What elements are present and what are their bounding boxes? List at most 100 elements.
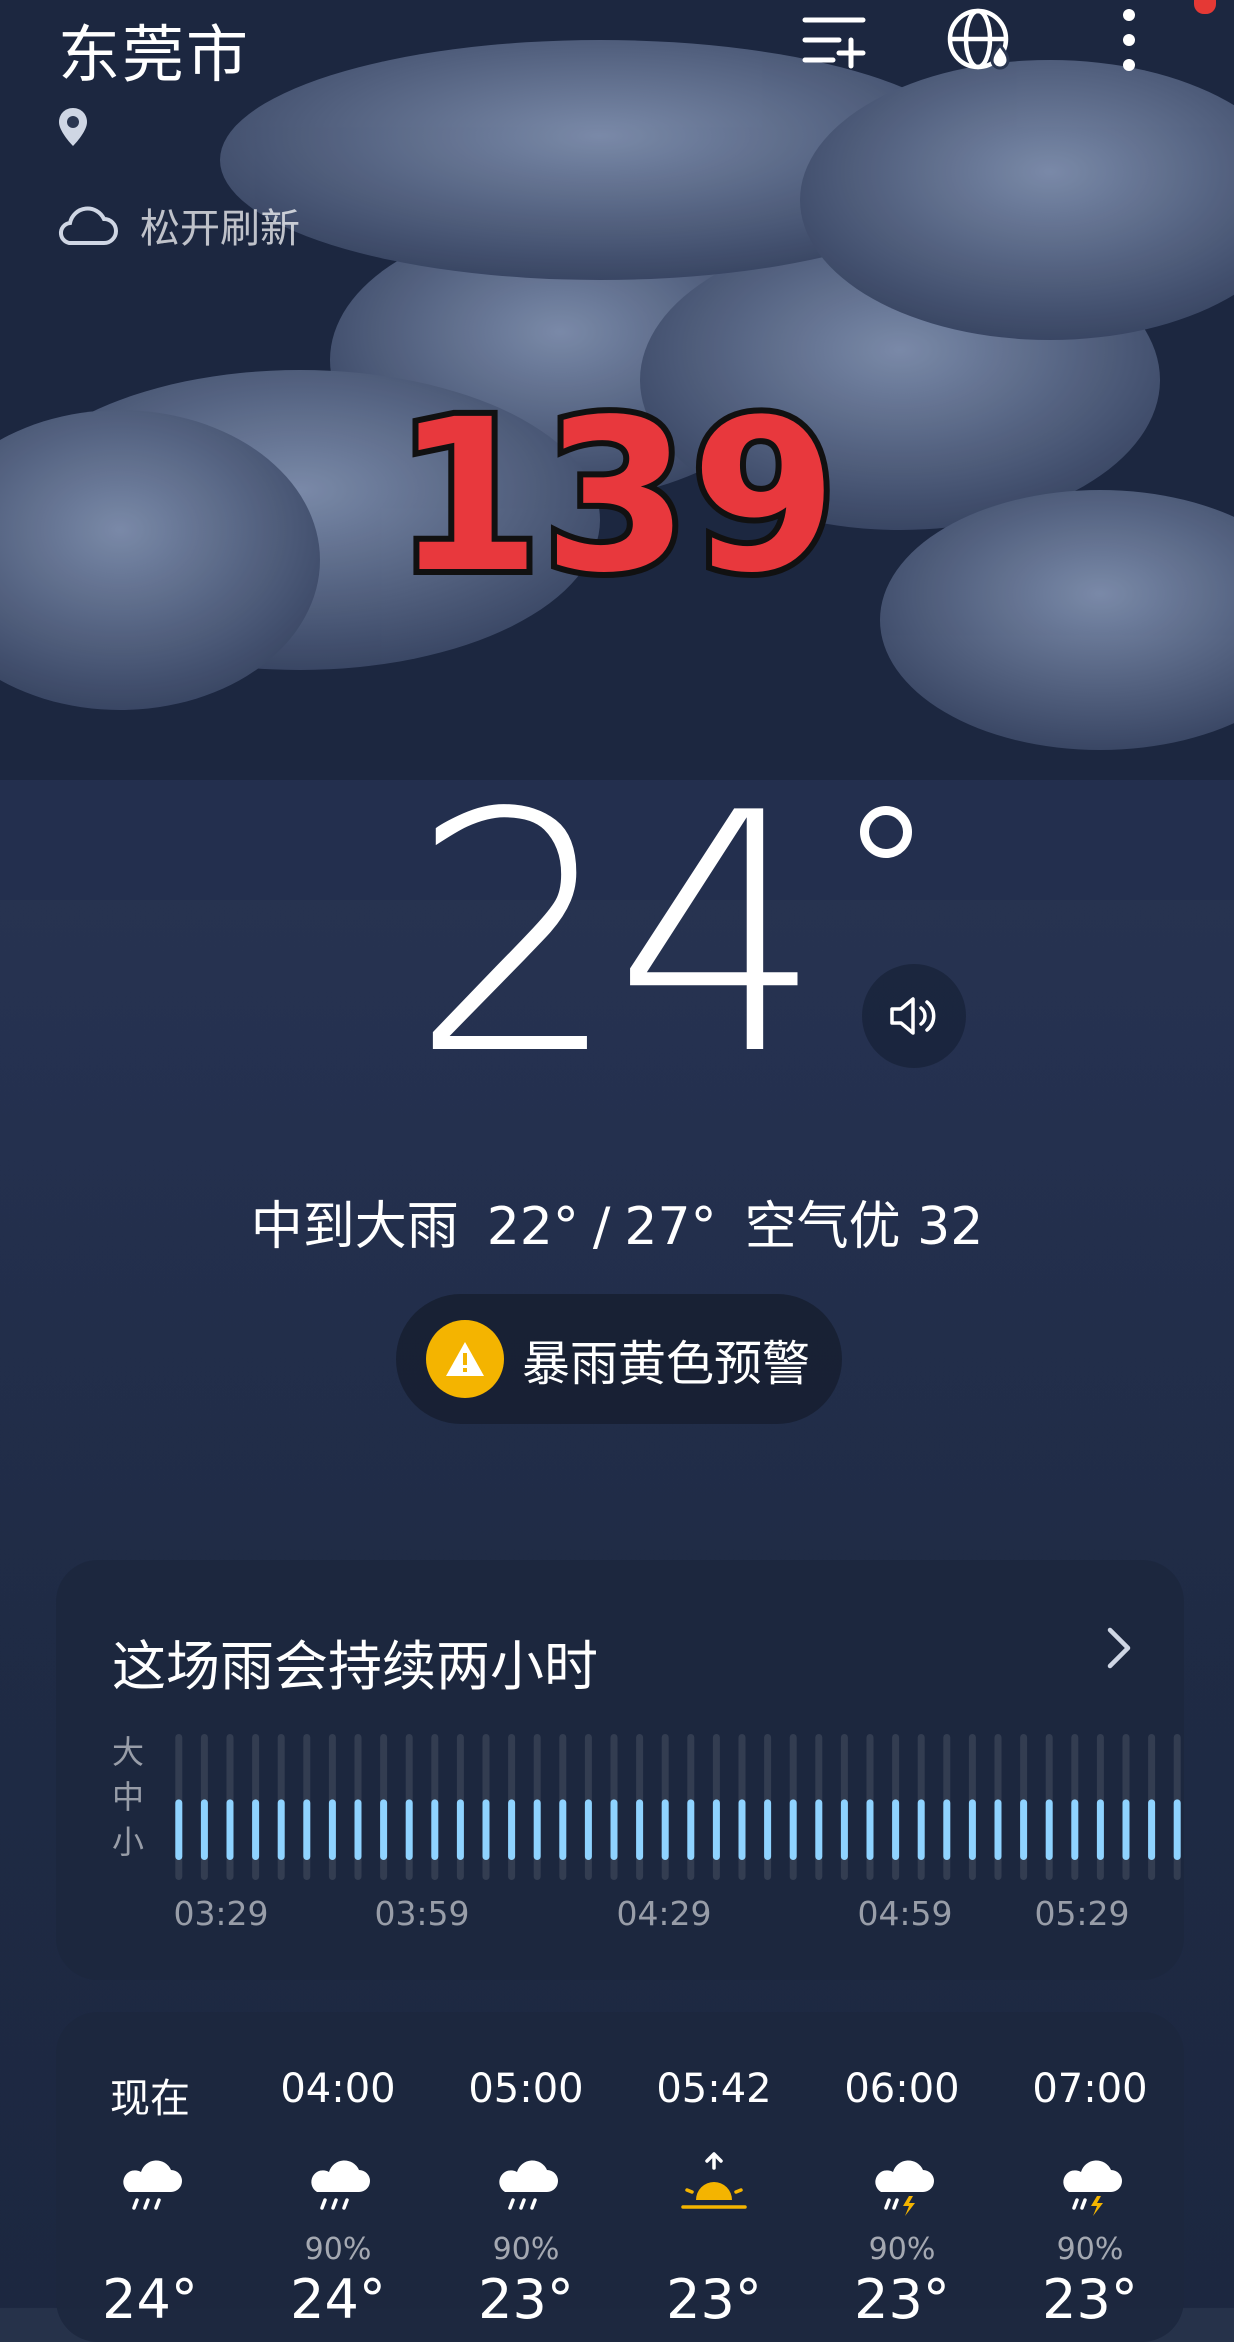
hour-temp: 24°: [290, 2268, 386, 2331]
rain-bar: [431, 1799, 439, 1860]
global-weather-button[interactable]: [936, 0, 1026, 80]
hour-time: 现在: [110, 2076, 190, 2122]
rain-bar: [380, 1799, 388, 1860]
rain-bar: [892, 1799, 900, 1860]
thunderstorm-icon: [1063, 2160, 1122, 2216]
rain-bar: [405, 1799, 413, 1860]
rain-bar: [994, 1799, 1002, 1860]
more-options-button[interactable]: [1084, 0, 1174, 80]
rain-bar: [687, 1799, 695, 1860]
hour-time: 06:00: [844, 2066, 960, 2112]
rain-bar: [636, 1799, 644, 1860]
alert-label: 暴雨黄色预警: [522, 1336, 811, 1392]
time-label: 03:59: [374, 1894, 470, 1933]
rain-icon: [499, 2160, 558, 2210]
rain-bar: [277, 1799, 285, 1860]
pull-refresh-status: 松开刷新: [56, 196, 300, 254]
rain-bar: [1173, 1799, 1181, 1860]
hour-temp: 23°: [478, 2268, 574, 2331]
low-temp: 22°: [486, 1197, 579, 1257]
rain-bar: [1045, 1799, 1053, 1860]
time-label: 03:29: [173, 1894, 269, 1933]
rain-forecast-card[interactable]: 这场雨会持续两小时 大 中 小 03:29 03:59 04:29 04:59 …: [56, 1560, 1184, 1980]
rain-icon: [311, 2160, 370, 2210]
refresh-hint: 松开刷新: [140, 206, 300, 252]
rain-bar: [354, 1799, 362, 1860]
rain-intensity-chart: [175, 1734, 1181, 1880]
rain-bar: [1096, 1799, 1104, 1860]
rain-bar: [1020, 1799, 1028, 1860]
rain-bar: [252, 1799, 260, 1860]
rain-bar: [200, 1799, 208, 1860]
rain-bar: [508, 1799, 516, 1860]
rain-bar: [226, 1799, 234, 1860]
weather-summary: 中到大雨 22°/27° 空气优 32: [250, 1197, 984, 1257]
chevron-right-icon[interactable]: [1106, 1626, 1132, 1670]
time-label: 05:29: [1034, 1894, 1130, 1933]
rain-bar: [303, 1799, 311, 1860]
hour-temp: 23°: [1042, 2268, 1138, 2331]
cloud-outline-icon: [59, 206, 118, 246]
intensity-scale: 大 中 小: [112, 1730, 144, 1865]
rain-bar: [764, 1799, 772, 1860]
time-label: 04:59: [857, 1894, 953, 1933]
rain-bar: [789, 1799, 797, 1860]
precip-chance: 90%: [492, 2232, 560, 2267]
manage-cities-button[interactable]: [790, 0, 880, 80]
hour-time: 07:00: [1032, 2066, 1148, 2112]
sunrise-icon: [681, 2152, 747, 2209]
precip-chance: 90%: [1056, 2232, 1124, 2267]
degree-symbol: [860, 806, 912, 858]
precip-chance: 90%: [868, 2232, 936, 2267]
rain-bar: [815, 1799, 823, 1860]
precip-chance: 90%: [304, 2232, 372, 2267]
rain-forecast-title: 这场雨会持续两小时: [112, 1635, 598, 1698]
rain-bar: [738, 1799, 746, 1860]
rain-bar: [917, 1799, 925, 1860]
city-name[interactable]: 东莞市: [58, 4, 250, 94]
current-temperature: 24: [410, 743, 824, 1127]
rain-timeline: 03:29 03:59 04:29 04:59 05:29: [56, 1894, 1184, 1944]
rain-bar: [533, 1799, 541, 1860]
rain-bar: [328, 1799, 336, 1860]
warning-icon: [426, 1320, 504, 1398]
rain-bar: [1122, 1799, 1130, 1860]
condition-text: 中到大雨: [250, 1197, 459, 1257]
rain-bar: [840, 1799, 848, 1860]
top-bar: 东莞市 松开刷新: [0, 0, 1234, 260]
hour-time: 05:42: [656, 2066, 772, 2112]
hourly-forecast-card[interactable]: 现在 24° 04:00 90% 24° 05:00 90% 23° 05:42: [56, 2012, 1184, 2342]
rain-bar: [610, 1799, 618, 1860]
weather-alert-pill[interactable]: 暴雨黄色预警: [396, 1294, 842, 1424]
voice-broadcast-button[interactable]: [862, 964, 966, 1068]
overlay-number: 139: [389, 374, 843, 619]
rain-bar: [943, 1799, 951, 1860]
rain-bar: [661, 1799, 669, 1860]
scale-light: 小: [112, 1823, 145, 1861]
rain-bar: [1148, 1799, 1156, 1860]
list-add-icon: [802, 17, 866, 69]
thunderstorm-icon: [875, 2160, 934, 2216]
rain-bar: [968, 1799, 976, 1860]
hour-temp: 24°: [102, 2268, 198, 2331]
rain-bar: [175, 1799, 183, 1860]
rain-bar: [866, 1799, 874, 1860]
globe-raindrop-icon: [947, 8, 1010, 70]
hour-time: 04:00: [280, 2066, 396, 2112]
rain-bar: [712, 1799, 720, 1860]
hour-temp: 23°: [666, 2268, 762, 2331]
rain-bar: [456, 1799, 464, 1860]
rain-bar: [482, 1799, 490, 1860]
more-vertical-icon: [1123, 9, 1135, 71]
hour-time: 05:00: [468, 2066, 584, 2112]
time-label: 04:29: [616, 1894, 712, 1933]
rain-bar: [559, 1799, 567, 1860]
notification-dot: [1194, 0, 1216, 14]
scale-medium: 中: [112, 1778, 145, 1816]
location-pin-icon: [59, 108, 87, 146]
hour-temp: 23°: [854, 2268, 950, 2331]
scale-heavy: 大: [112, 1733, 145, 1771]
rain-bar: [584, 1799, 592, 1860]
air-quality[interactable]: 空气优 32: [745, 1197, 984, 1257]
rain-bar: [1071, 1799, 1079, 1860]
